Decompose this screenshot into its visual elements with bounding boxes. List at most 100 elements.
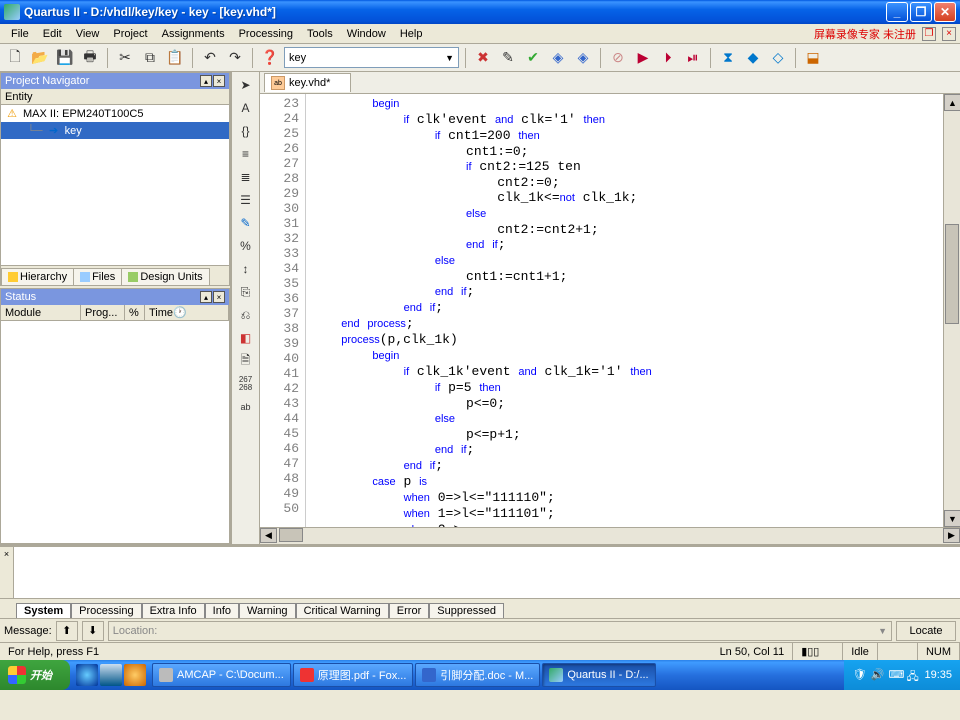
whats-this-button[interactable]: ❓ — [259, 47, 281, 69]
menu-view[interactable]: View — [69, 26, 107, 42]
chip2-button[interactable]: ◇ — [767, 47, 789, 69]
taskbar-item-doc[interactable]: 引脚分配.doc - M... — [415, 663, 540, 687]
ed-bookmark-icon[interactable]: ⎘ — [235, 281, 257, 303]
ql-ie-icon[interactable] — [76, 664, 98, 686]
run-button[interactable]: ▶ — [632, 47, 654, 69]
ql-desktop-icon[interactable] — [100, 664, 122, 686]
ed-doc-icon[interactable]: 🗎 — [235, 350, 257, 372]
status-close-icon[interactable]: × — [213, 291, 225, 303]
msg-tab-extra-info[interactable]: Extra Info — [142, 603, 205, 618]
scroll-hthumb[interactable] — [279, 528, 303, 542]
menu-file[interactable]: File — [4, 26, 36, 42]
close-button[interactable]: ✕ — [934, 2, 956, 22]
menu-window[interactable]: Window — [340, 26, 393, 42]
status-dock-icon[interactable]: ▴ — [200, 291, 212, 303]
save-button[interactable]: 💾 — [54, 47, 76, 69]
file-tab[interactable]: ab key.vhd* — [264, 73, 351, 92]
wand-button[interactable]: ✎ — [497, 47, 519, 69]
cut-button[interactable]: ✂ — [114, 47, 136, 69]
settings-button[interactable]: ✖ — [472, 47, 494, 69]
compile-check-button[interactable]: ✔ — [522, 47, 544, 69]
chip-button[interactable]: ◆ — [742, 47, 764, 69]
ed-brace-icon[interactable]: {} — [235, 120, 257, 142]
menu-processing[interactable]: Processing — [232, 26, 300, 42]
msg-tab-warning[interactable]: Warning — [239, 603, 296, 618]
programmer-button[interactable]: ⬓ — [802, 47, 824, 69]
msg-tab-error[interactable]: Error — [389, 603, 429, 618]
scroll-down-icon[interactable]: ▼ — [944, 510, 960, 527]
taskbar-item-pdf[interactable]: 原理图.pdf - Fox... — [293, 663, 414, 687]
mdi-restore-icon[interactable]: ❐ — [922, 27, 936, 41]
msg-tab-processing[interactable]: Processing — [71, 603, 141, 618]
scroll-right-icon[interactable]: ▶ — [943, 528, 960, 543]
prev-message-button[interactable]: ⬆ — [56, 621, 78, 641]
tray-icon-1[interactable]: 🛡 — [852, 668, 866, 682]
menu-assignments[interactable]: Assignments — [155, 26, 232, 42]
copy-button[interactable]: ⧉ — [139, 47, 161, 69]
entity-row[interactable]: └─ ➔ key — [1, 122, 229, 139]
vertical-scrollbar[interactable]: ▲ ▼ — [943, 94, 960, 527]
menu-tools[interactable]: Tools — [300, 26, 340, 42]
device-row[interactable]: ⚠ MAX II: EPM240T100C5 — [1, 105, 229, 122]
ed-template-icon[interactable]: ◧ — [235, 327, 257, 349]
ed-outdent-icon[interactable]: ≣ — [235, 166, 257, 188]
msg-tab-critical-warning[interactable]: Critical Warning — [296, 603, 389, 618]
locate-button[interactable]: Locate — [896, 621, 956, 641]
compile-stack-button[interactable]: ◈ — [572, 47, 594, 69]
menu-help[interactable]: Help — [393, 26, 430, 42]
msg-tab-system[interactable]: System — [16, 603, 71, 618]
msg-tab-suppressed[interactable]: Suppressed — [429, 603, 504, 618]
scroll-thumb[interactable] — [945, 224, 959, 324]
tray-icon-4[interactable]: 🖧 — [906, 668, 920, 682]
tray-icon-2[interactable]: 🔊 — [870, 668, 884, 682]
ed-ab-icon[interactable]: ab — [235, 396, 257, 418]
new-file-button[interactable]: 🗋 — [4, 47, 26, 69]
code-area[interactable]: 23 24 25 26 27 28 29 30 31 32 33 34 35 3… — [260, 94, 960, 527]
ed-comment-icon[interactable]: ⎌ — [235, 304, 257, 326]
ed-find-icon[interactable]: % — [235, 235, 257, 257]
ed-pencil-icon[interactable]: ✎ — [235, 212, 257, 234]
print-button[interactable]: 🖶 — [79, 47, 101, 69]
open-file-button[interactable]: 📂 — [29, 47, 51, 69]
tab-design-units[interactable]: Design Units — [121, 268, 209, 285]
scroll-up-icon[interactable]: ▲ — [944, 94, 960, 111]
compile-all-button[interactable]: ◈ — [547, 47, 569, 69]
entity-selector[interactable]: key ▼ — [284, 47, 459, 68]
ed-columns-icon[interactable]: 267268 — [235, 373, 257, 395]
start-button[interactable]: 开始 — [0, 660, 70, 690]
ed-cursor-icon[interactable]: ➤ — [235, 74, 257, 96]
pane-dock-icon[interactable]: ▴ — [200, 75, 212, 87]
redo-button[interactable]: ↷ — [224, 47, 246, 69]
tray-icon-3[interactable]: ⌨ — [888, 668, 902, 682]
navigator-tabs: Hierarchy Files Design Units — [1, 265, 229, 285]
system-tray[interactable]: 🛡 🔊 ⌨ 🖧 19:35 — [844, 660, 960, 690]
minimize-button[interactable]: _ — [886, 2, 908, 22]
tab-hierarchy[interactable]: Hierarchy — [1, 268, 74, 285]
run-sim-button[interactable]: ⏯ — [682, 47, 704, 69]
pane-close-icon[interactable]: × — [213, 75, 225, 87]
menu-project[interactable]: Project — [106, 26, 154, 42]
mdi-close-icon[interactable]: × — [942, 27, 956, 41]
maximize-button[interactable]: ❐ — [910, 2, 932, 22]
taskbar-item-amcap[interactable]: AMCAP - C:\Docum... — [152, 663, 291, 687]
timing-button[interactable]: ⧗ — [717, 47, 739, 69]
code-content[interactable]: begin if clk'event and clk='1' then if c… — [306, 94, 943, 527]
stop-button[interactable]: ⊘ — [607, 47, 629, 69]
ed-indent-icon[interactable]: ≡ — [235, 143, 257, 165]
ql-media-icon[interactable] — [124, 664, 146, 686]
ed-replace-icon[interactable]: ↕ — [235, 258, 257, 280]
menu-edit[interactable]: Edit — [36, 26, 69, 42]
paste-button[interactable]: 📋 — [164, 47, 186, 69]
messages-close-icon[interactable]: × — [0, 547, 14, 598]
location-field[interactable]: Location:▼ — [108, 621, 892, 641]
next-message-button[interactable]: ⬇ — [82, 621, 104, 641]
taskbar-item-quartus[interactable]: Quartus II - D:/... — [542, 663, 655, 687]
ed-text-icon[interactable]: A — [235, 97, 257, 119]
msg-tab-info[interactable]: Info — [205, 603, 239, 618]
run-timing-button[interactable]: ⏵ — [657, 47, 679, 69]
tab-files[interactable]: Files — [73, 268, 122, 285]
horizontal-scrollbar[interactable]: ◀ ▶ — [260, 527, 960, 544]
undo-button[interactable]: ↶ — [199, 47, 221, 69]
ed-list-icon[interactable]: ☰ — [235, 189, 257, 211]
scroll-left-icon[interactable]: ◀ — [260, 528, 277, 543]
